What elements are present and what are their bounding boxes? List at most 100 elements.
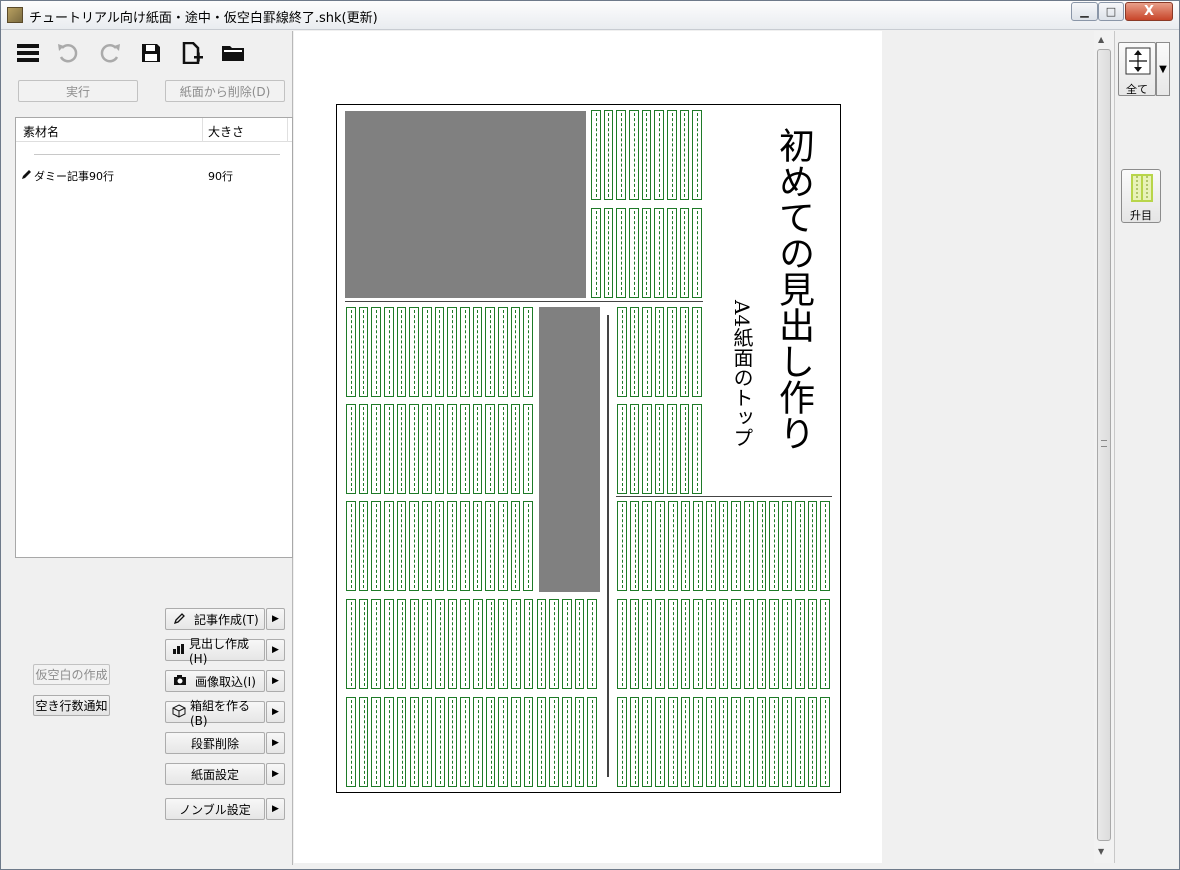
grid-column: [472, 307, 483, 397]
vertical-scrollbar[interactable]: ▲ ▼: [1094, 31, 1114, 863]
nombre-settings-button[interactable]: ノンブル設定: [165, 798, 265, 820]
grid-block[interactable]: [590, 208, 704, 298]
create-article-button[interactable]: 記事作成(T): [165, 608, 265, 630]
close-button[interactable]: X: [1125, 2, 1173, 21]
nombre-settings-menu-arrow[interactable]: ▶: [266, 798, 285, 820]
menu-icon[interactable]: [15, 41, 41, 65]
zoom-all-button[interactable]: 全て: [1118, 42, 1156, 96]
new-file-icon[interactable]: [179, 41, 205, 65]
create-temp-blank-button[interactable]: 仮空白の作成: [33, 664, 110, 685]
grid-block[interactable]: [345, 404, 535, 494]
grid-column: [358, 501, 369, 591]
subheadline-text[interactable]: A4紙面のトップ: [725, 300, 754, 447]
grid-column: [756, 501, 767, 591]
column-header-size[interactable]: 大きさ: [208, 123, 244, 140]
grid-column: [756, 599, 767, 689]
grid-column: [718, 697, 729, 787]
grid-block[interactable]: [616, 501, 832, 591]
zoom-dropdown-arrow[interactable]: ▼: [1156, 42, 1170, 96]
image-placeholder-top[interactable]: [345, 111, 586, 298]
grid-column: [384, 307, 394, 397]
grid-column: [384, 599, 394, 689]
grid-toggle-button[interactable]: 升目: [1121, 169, 1161, 223]
grid-block[interactable]: [345, 501, 535, 591]
scroll-up-arrow[interactable]: ▲: [1098, 35, 1104, 44]
grid-column: [642, 599, 653, 689]
maximize-button[interactable]: □: [1098, 2, 1124, 21]
grid-column: [629, 501, 640, 591]
grid-column: [358, 404, 369, 494]
material-list[interactable]: 素材名 大きさ ダミー記事90行 90行: [15, 117, 293, 558]
section-rule: [345, 301, 703, 302]
grid-column: [536, 599, 547, 689]
grid-block[interactable]: [616, 599, 832, 689]
undo-icon[interactable]: [55, 41, 81, 65]
grid-column: [617, 697, 627, 787]
page-settings-menu-arrow[interactable]: ▶: [266, 763, 285, 785]
run-button[interactable]: 実行: [18, 80, 138, 102]
import-image-menu-arrow[interactable]: ▶: [266, 670, 285, 692]
delete-column-rule-button[interactable]: 段罫削除: [165, 732, 265, 754]
grid-block[interactable]: [345, 697, 599, 787]
create-article-menu-arrow[interactable]: ▶: [266, 608, 285, 630]
remove-from-page-button[interactable]: 紙面から削除(D): [165, 80, 285, 102]
make-box-button[interactable]: 箱組を作る(B): [165, 699, 265, 728]
scroll-down-arrow[interactable]: ▼: [1098, 847, 1104, 856]
grid-column: [744, 697, 754, 787]
grid-column: [434, 307, 445, 397]
grid-column: [409, 501, 419, 591]
grid-block[interactable]: [345, 599, 599, 689]
grid-column: [603, 110, 614, 200]
grid-block[interactable]: [590, 110, 704, 200]
grid-block[interactable]: [616, 307, 704, 397]
grid-column: [396, 307, 407, 397]
newspaper-page[interactable]: 初めての見出し作り A4紙面のトップ: [336, 104, 841, 793]
layout-canvas[interactable]: 初めての見出し作り A4紙面のトップ: [294, 31, 1089, 863]
grid-column: [731, 501, 742, 591]
grid-column: [587, 599, 597, 689]
make-box-menu-arrow[interactable]: ▶: [266, 701, 285, 723]
grid-column: [680, 501, 691, 591]
empty-lines-notice-button[interactable]: 空き行数通知: [33, 695, 110, 716]
delete-column-rule-menu-arrow[interactable]: ▶: [266, 732, 285, 754]
grid-column: [769, 501, 780, 591]
grid-column: [358, 307, 369, 397]
grid-block[interactable]: [345, 307, 535, 397]
grid-block[interactable]: [616, 404, 704, 494]
grid-column: [485, 697, 496, 787]
grid-column: [498, 697, 509, 787]
import-image-button[interactable]: 画像取込(I): [165, 670, 265, 692]
grid-column: [693, 501, 703, 591]
create-headline-menu-arrow[interactable]: ▶: [266, 639, 285, 661]
minimize-button[interactable]: ▁: [1071, 2, 1098, 21]
grid-column: [422, 307, 432, 397]
headline-text[interactable]: 初めての見出し作り: [773, 127, 814, 451]
create-headline-button[interactable]: 見出し作成(H): [165, 637, 265, 666]
redo-icon[interactable]: [97, 41, 123, 65]
grid-column: [641, 208, 652, 298]
grid-column: [692, 110, 702, 200]
column-header-name[interactable]: 素材名: [23, 123, 59, 140]
grid-column: [384, 501, 394, 591]
page-settings-button[interactable]: 紙面設定: [165, 763, 265, 785]
save-icon[interactable]: [138, 41, 164, 65]
grid-column: [667, 697, 678, 787]
scrollbar-thumb[interactable]: [1097, 49, 1111, 841]
column-separator[interactable]: [287, 118, 288, 142]
image-placeholder-middle[interactable]: [539, 307, 600, 592]
grid-column: [523, 599, 534, 689]
grid-column: [616, 110, 626, 200]
column-separator[interactable]: [202, 118, 203, 142]
grid-column: [679, 404, 690, 494]
grid-column: [654, 404, 665, 494]
list-divider: [34, 154, 280, 155]
grid-column: [346, 697, 356, 787]
grid-column: [371, 501, 381, 591]
grid-column: [511, 697, 521, 787]
open-folder-icon[interactable]: [220, 41, 246, 65]
list-item[interactable]: ダミー記事90行 90行: [16, 166, 292, 184]
grid-column: [473, 599, 483, 689]
grid-column: [654, 307, 665, 397]
grid-column: [807, 599, 818, 689]
grid-block[interactable]: [616, 697, 832, 787]
